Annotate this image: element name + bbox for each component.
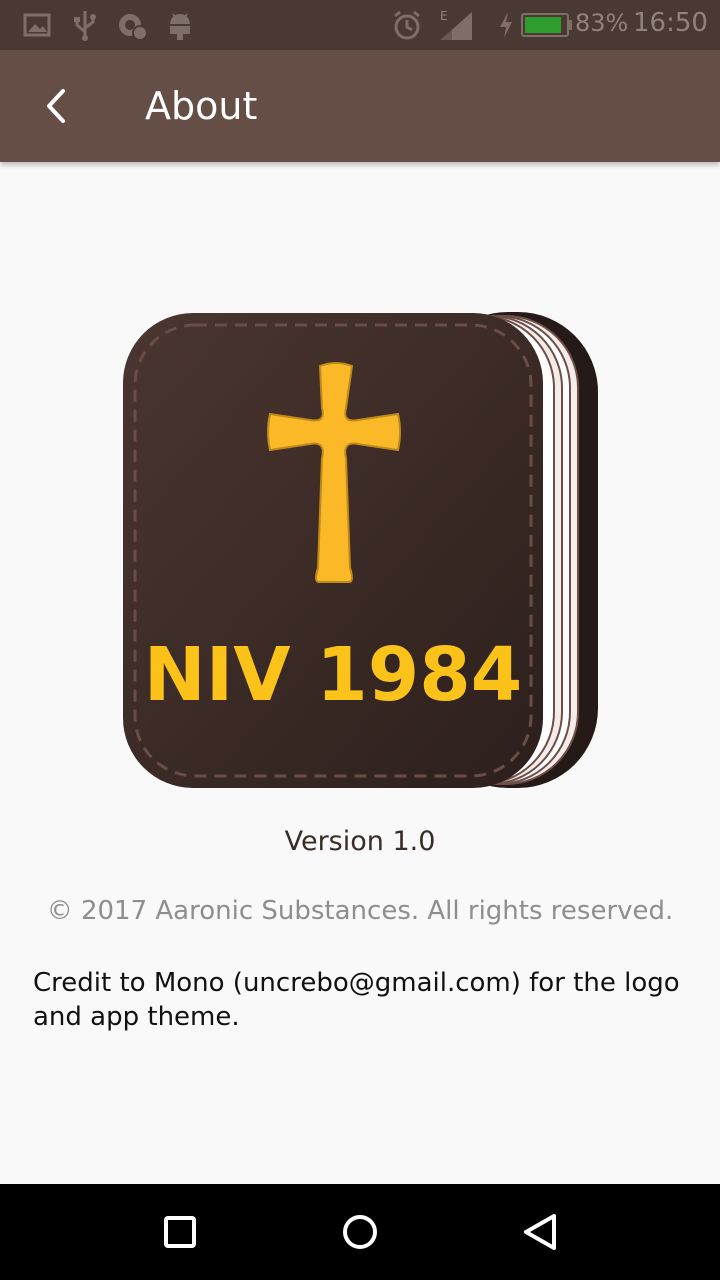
version-text: Version 1.0 [284, 826, 436, 857]
page-title: About [145, 84, 258, 128]
image-icon [23, 13, 51, 37]
back-button[interactable] [28, 78, 84, 134]
charging-icon [500, 12, 512, 38]
clock-time: 16:50 [633, 8, 708, 38]
battery-icon [521, 13, 572, 37]
logo-text: NIV 1984 [144, 632, 522, 718]
chevron-left-icon [47, 89, 65, 123]
status-bar: E 83% 16:50 [0, 0, 720, 50]
alarm-icon [394, 10, 420, 40]
signal-e-icon: E [440, 9, 472, 40]
back-triangle-icon[interactable] [510, 1202, 570, 1262]
app-logo: NIV 1984 [123, 312, 598, 788]
recents-square-icon[interactable] [150, 1202, 210, 1262]
android-icon [170, 13, 190, 40]
navigation-bar [0, 1184, 720, 1280]
home-circle-icon[interactable] [330, 1202, 390, 1262]
credit-text: Credit to Mono (uncrebo@gmail.com) for t… [33, 968, 680, 1032]
toolbar: About [0, 50, 720, 162]
svg-text:E: E [440, 9, 448, 23]
sync-icon [119, 14, 148, 41]
usb-icon [74, 11, 96, 41]
copyright-text: © 2017 Aaronic Substances. All rights re… [46, 896, 674, 926]
battery-percentage: 83% [575, 9, 629, 37]
